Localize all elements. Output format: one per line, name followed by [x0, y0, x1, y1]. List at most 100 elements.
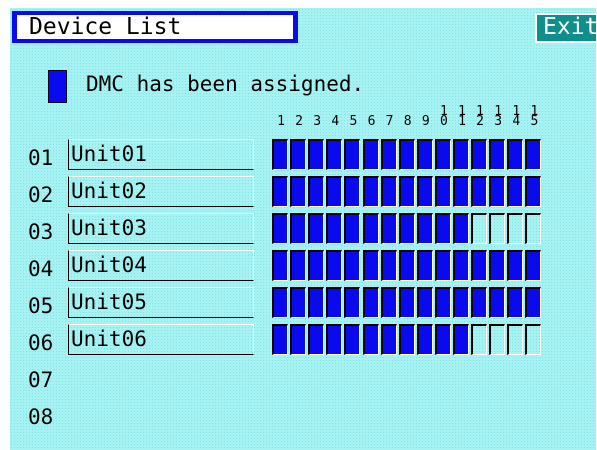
assigned-cell[interactable] [308, 287, 325, 318]
assigned-cell[interactable] [308, 250, 325, 281]
assigned-cell[interactable] [326, 250, 343, 281]
assigned-cell[interactable] [272, 213, 288, 244]
unassigned-cell[interactable] [471, 213, 488, 244]
assigned-cell[interactable] [362, 250, 379, 281]
assigned-cell[interactable] [416, 250, 433, 281]
assigned-cell[interactable] [453, 324, 469, 355]
unit-name-field[interactable]: Unit06 [68, 324, 254, 355]
assigned-cell[interactable] [290, 213, 307, 244]
assigned-cell[interactable] [453, 287, 469, 318]
assigned-cell[interactable] [525, 250, 542, 281]
assigned-cell[interactable] [453, 139, 469, 170]
assigned-cell[interactable] [362, 176, 379, 207]
assigned-cell[interactable] [434, 213, 451, 244]
assigned-cell[interactable] [380, 287, 397, 318]
assigned-cell[interactable] [489, 139, 506, 170]
assigned-cell[interactable] [507, 250, 524, 281]
assigned-cell[interactable] [272, 324, 288, 355]
unassigned-cell[interactable] [507, 324, 524, 355]
assigned-cell[interactable] [525, 176, 542, 207]
assigned-cell[interactable] [434, 176, 451, 207]
column-label: 1 [277, 114, 285, 129]
assigned-cell[interactable] [525, 287, 542, 318]
unit-name-field[interactable]: Unit03 [68, 213, 254, 244]
assigned-cell[interactable] [453, 250, 469, 281]
assigned-cell[interactable] [525, 139, 542, 170]
assigned-cell[interactable] [326, 324, 343, 355]
assigned-cell[interactable] [471, 139, 488, 170]
assigned-cell[interactable] [308, 139, 325, 170]
assigned-cell[interactable] [453, 176, 469, 207]
assigned-cell[interactable] [380, 176, 397, 207]
unassigned-cell[interactable] [489, 213, 506, 244]
unassigned-cell[interactable] [525, 324, 542, 355]
assigned-cell[interactable] [290, 176, 307, 207]
assigned-cell[interactable] [362, 139, 379, 170]
assigned-cell[interactable] [308, 213, 325, 244]
unit-name-field[interactable]: Unit04 [68, 250, 254, 281]
column-label: 4 [331, 114, 340, 129]
assigned-cell[interactable] [507, 176, 524, 207]
assigned-cell[interactable] [380, 213, 397, 244]
assigned-cell[interactable] [290, 139, 307, 170]
assigned-cell[interactable] [507, 139, 524, 170]
assigned-cell[interactable] [416, 324, 433, 355]
assigned-cell[interactable] [308, 176, 325, 207]
assigned-cell[interactable] [434, 139, 451, 170]
assigned-cell[interactable] [416, 139, 433, 170]
unassigned-cell[interactable] [489, 324, 506, 355]
assigned-cell[interactable] [344, 139, 361, 170]
assigned-cell[interactable] [344, 176, 361, 207]
assigned-cell[interactable] [398, 176, 415, 207]
assigned-cell[interactable] [380, 139, 397, 170]
assigned-cell[interactable] [326, 139, 343, 170]
assigned-cell[interactable] [362, 213, 379, 244]
assigned-cell[interactable] [471, 287, 488, 318]
row-number: 07 [28, 368, 54, 392]
exit-button[interactable]: Exit [535, 13, 596, 43]
assigned-cell[interactable] [362, 287, 379, 318]
assigned-cell[interactable] [507, 287, 524, 318]
assigned-cell[interactable] [489, 176, 506, 207]
assigned-cell[interactable] [416, 287, 433, 318]
assigned-cell[interactable] [362, 324, 379, 355]
unassigned-cell[interactable] [525, 213, 542, 244]
assigned-cell[interactable] [434, 324, 451, 355]
assigned-cell[interactable] [272, 287, 288, 318]
unassigned-cell[interactable] [471, 324, 488, 355]
assigned-cell[interactable] [471, 176, 488, 207]
assigned-cell[interactable] [290, 287, 307, 318]
assigned-cell[interactable] [290, 250, 307, 281]
assigned-cell[interactable] [416, 213, 433, 244]
assigned-cell[interactable] [326, 287, 343, 318]
assigned-cell[interactable] [416, 176, 433, 207]
assigned-cell[interactable] [272, 250, 288, 281]
assigned-cell[interactable] [471, 250, 488, 281]
assigned-cell[interactable] [398, 287, 415, 318]
unit-name-field[interactable]: Unit05 [68, 287, 254, 318]
assigned-cell[interactable] [398, 213, 415, 244]
assigned-cell[interactable] [272, 139, 288, 170]
assigned-cell[interactable] [398, 250, 415, 281]
assigned-cell[interactable] [489, 250, 506, 281]
assigned-cell[interactable] [434, 250, 451, 281]
assigned-cell[interactable] [344, 287, 361, 318]
assigned-cell[interactable] [434, 287, 451, 318]
unit-name-field[interactable]: Unit01 [68, 139, 254, 170]
assigned-cell[interactable] [344, 324, 361, 355]
unassigned-cell[interactable] [507, 213, 524, 244]
assigned-cell[interactable] [344, 250, 361, 281]
assigned-cell[interactable] [272, 176, 288, 207]
assigned-cell[interactable] [308, 324, 325, 355]
assigned-cell[interactable] [489, 287, 506, 318]
assigned-cell[interactable] [398, 324, 415, 355]
assigned-cell[interactable] [398, 139, 415, 170]
assigned-cell[interactable] [290, 324, 307, 355]
assigned-cell[interactable] [326, 176, 343, 207]
assigned-cell[interactable] [380, 324, 397, 355]
unit-name-field[interactable]: Unit02 [68, 176, 254, 207]
assigned-cell[interactable] [453, 213, 469, 244]
assigned-cell[interactable] [380, 250, 397, 281]
assigned-cell[interactable] [326, 213, 343, 244]
assigned-cell[interactable] [344, 213, 361, 244]
